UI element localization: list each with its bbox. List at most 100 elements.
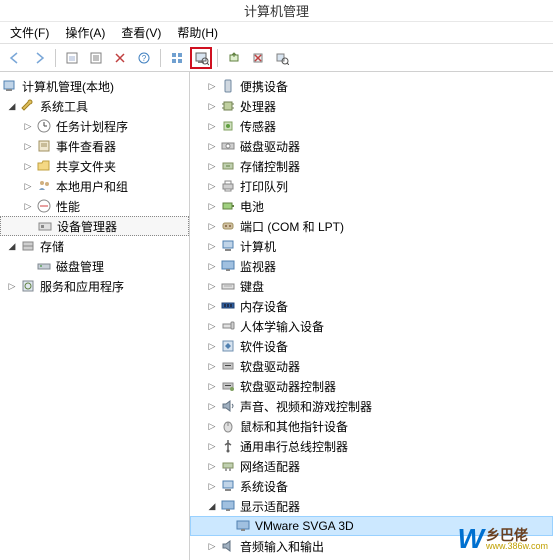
- expander-icon[interactable]: ▷: [206, 460, 218, 472]
- expander-icon[interactable]: ▷: [206, 100, 218, 112]
- scan-button[interactable]: [271, 47, 293, 69]
- expander-icon[interactable]: ▷: [206, 220, 218, 232]
- up-button[interactable]: [61, 47, 83, 69]
- clock-icon: [36, 118, 52, 134]
- expander-icon[interactable]: ▷: [22, 140, 34, 152]
- menu-action[interactable]: 操作(A): [57, 22, 113, 43]
- expander-icon[interactable]: ▷: [22, 200, 34, 212]
- computer-mgmt-icon: [2, 78, 18, 94]
- device-disk-drives[interactable]: ▷磁盘驱动器: [190, 136, 553, 156]
- tile-button[interactable]: [166, 47, 188, 69]
- expander-icon[interactable]: ▷: [206, 400, 218, 412]
- tree-local-users[interactable]: ▷本地用户和组: [0, 176, 189, 196]
- uninstall-button[interactable]: [247, 47, 269, 69]
- device-network[interactable]: ▷网络适配器: [190, 456, 553, 476]
- menu-view[interactable]: 查看(V): [113, 22, 169, 43]
- expander-icon[interactable]: ▷: [22, 160, 34, 172]
- toolbar-separator: [160, 49, 161, 67]
- device-hid[interactable]: ▷人体学输入设备: [190, 316, 553, 336]
- computer-icon: [220, 238, 236, 254]
- services-icon: [20, 278, 36, 294]
- expander-icon[interactable]: ▷: [206, 380, 218, 392]
- expander-icon[interactable]: ▷: [206, 300, 218, 312]
- toolbar-separator: [217, 49, 218, 67]
- expander-icon[interactable]: ▷: [206, 340, 218, 352]
- portable-device-icon: [220, 78, 236, 94]
- device-sensors[interactable]: ▷传感器: [190, 116, 553, 136]
- expander-icon[interactable]: ▷: [206, 180, 218, 192]
- left-tree-pane: 计算机管理(本地) ◢系统工具 ▷任务计划程序 ▷事件查看器 ▷共享文件夹 ▷本…: [0, 72, 190, 560]
- device-computer[interactable]: ▷计算机: [190, 236, 553, 256]
- tree-device-manager[interactable]: 设备管理器: [0, 216, 189, 236]
- nav-forward-button[interactable]: [28, 47, 50, 69]
- device-memory[interactable]: ▷内存设备: [190, 296, 553, 316]
- expander-icon[interactable]: ▷: [206, 240, 218, 252]
- device-monitors[interactable]: ▷监视器: [190, 256, 553, 276]
- device-system[interactable]: ▷系统设备: [190, 476, 553, 496]
- expander-icon[interactable]: ▷: [206, 320, 218, 332]
- expander-icon[interactable]: ▷: [206, 280, 218, 292]
- device-mice[interactable]: ▷鼠标和其他指针设备: [190, 416, 553, 436]
- properties-button[interactable]: [85, 47, 107, 69]
- expander-icon[interactable]: ▷: [206, 200, 218, 212]
- system-device-icon: [220, 478, 236, 494]
- expander-icon[interactable]: ▷: [206, 160, 218, 172]
- nav-back-button[interactable]: [4, 47, 26, 69]
- expander-icon[interactable]: ▷: [206, 420, 218, 432]
- toolbar: ?: [0, 44, 553, 72]
- expander-icon[interactable]: ▷: [206, 360, 218, 372]
- wrench-icon: [20, 98, 36, 114]
- device-processors[interactable]: ▷处理器: [190, 96, 553, 116]
- tree-system-tools[interactable]: ◢系统工具: [0, 96, 189, 116]
- device-portable[interactable]: ▷便携设备: [190, 76, 553, 96]
- storage-ctrl-icon: [220, 158, 236, 174]
- tree-disk-mgmt[interactable]: 磁盘管理: [0, 256, 189, 276]
- device-ports[interactable]: ▷端口 (COM 和 LPT): [190, 216, 553, 236]
- expander-icon[interactable]: ▷: [206, 140, 218, 152]
- delete-button[interactable]: [109, 47, 131, 69]
- expander-icon[interactable]: ▷: [22, 180, 34, 192]
- tree-task-scheduler[interactable]: ▷任务计划程序: [0, 116, 189, 136]
- show-hidden-button[interactable]: [190, 47, 212, 69]
- expander-icon[interactable]: ▷: [206, 80, 218, 92]
- tree-event-viewer[interactable]: ▷事件查看器: [0, 136, 189, 156]
- expander-icon[interactable]: ◢: [6, 100, 18, 112]
- device-sound[interactable]: ▷声音、视频和游戏控制器: [190, 396, 553, 416]
- expander-icon[interactable]: ▷: [206, 480, 218, 492]
- expander-icon[interactable]: ◢: [206, 500, 218, 512]
- menu-help[interactable]: 帮助(H): [169, 22, 226, 43]
- device-batteries[interactable]: ▷电池: [190, 196, 553, 216]
- expander-icon[interactable]: ▷: [206, 540, 218, 552]
- hid-icon: [220, 318, 236, 334]
- toolbar-separator: [55, 49, 56, 67]
- tree-services[interactable]: ▷服务和应用程序: [0, 276, 189, 296]
- tree-root-computer-management[interactable]: 计算机管理(本地): [0, 76, 189, 96]
- performance-icon: [36, 198, 52, 214]
- tree-shared-folders[interactable]: ▷共享文件夹: [0, 156, 189, 176]
- device-software[interactable]: ▷软件设备: [190, 336, 553, 356]
- device-usb[interactable]: ▷通用串行总线控制器: [190, 436, 553, 456]
- expander-icon[interactable]: ▷: [6, 280, 18, 292]
- help-button[interactable]: ?: [133, 47, 155, 69]
- sound-icon: [220, 398, 236, 414]
- expander-icon[interactable]: ▷: [206, 260, 218, 272]
- expander-icon[interactable]: ◢: [6, 240, 18, 252]
- printer-icon: [220, 178, 236, 194]
- tree-storage[interactable]: ◢存储: [0, 236, 189, 256]
- expander-icon[interactable]: ▷: [206, 120, 218, 132]
- mouse-icon: [220, 418, 236, 434]
- update-driver-button[interactable]: [223, 47, 245, 69]
- device-display-adapters[interactable]: ◢显示适配器: [190, 496, 553, 516]
- device-print-queue[interactable]: ▷打印队列: [190, 176, 553, 196]
- device-floppy-controllers[interactable]: ▷软盘驱动器控制器: [190, 376, 553, 396]
- device-floppy-drives[interactable]: ▷软盘驱动器: [190, 356, 553, 376]
- expander-icon[interactable]: ▷: [206, 440, 218, 452]
- menu-file[interactable]: 文件(F): [2, 22, 57, 43]
- memory-icon: [220, 298, 236, 314]
- tree-performance[interactable]: ▷性能: [0, 196, 189, 216]
- device-storage-controllers[interactable]: ▷存储控制器: [190, 156, 553, 176]
- device-keyboards[interactable]: ▷键盘: [190, 276, 553, 296]
- watermark: W 乡巴佬 www.386w.com: [458, 523, 548, 555]
- watermark-text: 乡巴佬: [486, 528, 548, 542]
- expander-icon[interactable]: ▷: [22, 120, 34, 132]
